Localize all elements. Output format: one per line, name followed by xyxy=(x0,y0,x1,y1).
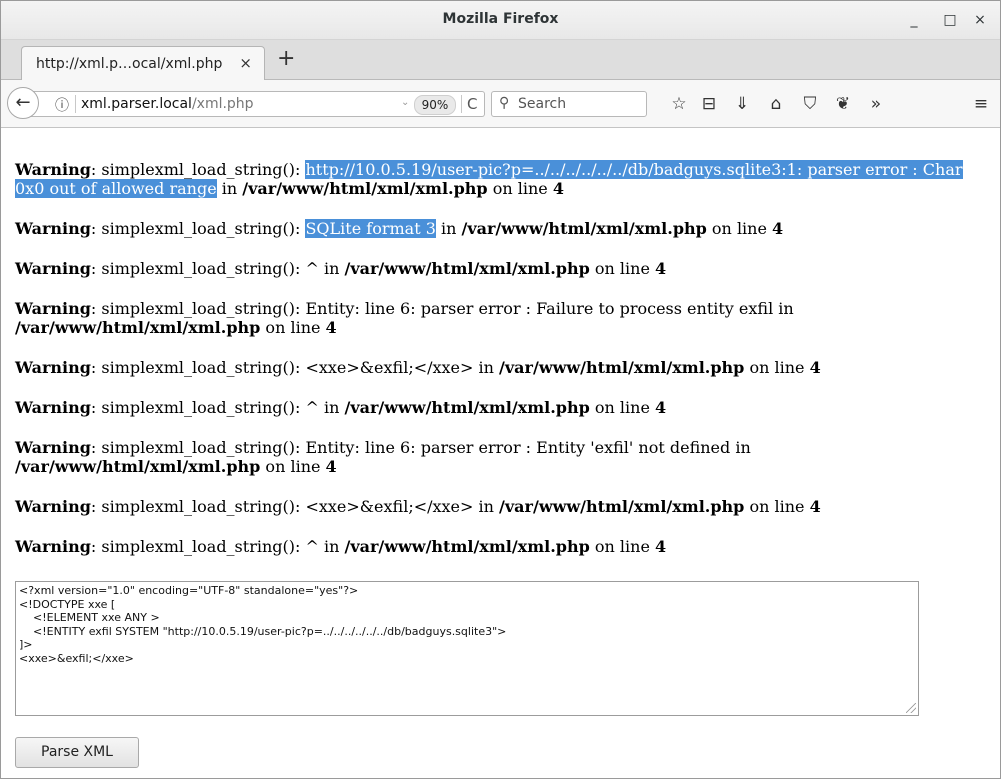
warning-label: Warning xyxy=(15,497,91,516)
warning-text: : simplexml_load_string(): Entity: line … xyxy=(90,438,751,457)
warning-label: Warning xyxy=(15,398,91,417)
parse-xml-button[interactable]: Parse XML xyxy=(15,737,139,768)
warning-label: Warning xyxy=(15,219,91,238)
warning-label: Warning xyxy=(15,160,91,179)
warning-message: Warning: simplexml_load_string(): <xxe>&… xyxy=(15,497,985,516)
pocket-icon[interactable]: ⛉ xyxy=(798,94,822,114)
warning-label: Warning xyxy=(15,537,91,556)
warning-line-text: on line xyxy=(487,179,553,198)
hamburger-menu-icon[interactable]: ≡ xyxy=(969,94,993,114)
xml-input-textarea[interactable]: <?xml version="1.0" encoding="UTF-8" sta… xyxy=(15,581,919,716)
warning-text: : simplexml_load_string(): <xxe>&exfil;<… xyxy=(90,358,500,377)
warning-file-path: /var/www/html/xml/xml.php xyxy=(499,358,745,377)
selected-text: SQLite format 3 xyxy=(305,219,436,238)
library-icon[interactable]: ⊟ xyxy=(697,94,721,114)
home-icon[interactable]: ⌂ xyxy=(764,94,788,114)
warning-label: Warning xyxy=(15,259,91,278)
window-titlebar: Mozilla Firefox _ □ × xyxy=(1,1,1000,40)
warning-text: : simplexml_load_string(): ^ in xyxy=(90,259,345,278)
navigation-toolbar: ⓘ xml.parser.local/xml.php ⌄ 90% C ← ⚲ ☆… xyxy=(1,80,1000,128)
warning-message: Warning: simplexml_load_string(): ^ in /… xyxy=(15,398,985,417)
warning-line-number: 4 xyxy=(655,537,667,556)
warning-file-path: /var/www/html/xml/xml.php xyxy=(15,457,261,476)
page-content: Warning: simplexml_load_string(): http:/… xyxy=(15,160,985,556)
search-icon: ⚲ xyxy=(499,95,510,111)
warning-file-path: /var/www/html/xml/xml.php xyxy=(344,259,590,278)
warning-message: Warning: simplexml_load_string(): http:/… xyxy=(15,160,985,198)
tab-label: http://xml.p…ocal/xml.php xyxy=(36,56,223,72)
warning-label: Warning xyxy=(15,438,91,457)
new-tab-button[interactable]: + xyxy=(277,48,295,70)
warning-file-path: /var/www/html/xml/xml.php xyxy=(499,497,745,516)
warning-message: Warning: simplexml_load_string(): ^ in /… xyxy=(15,259,985,278)
warning-line-number: 4 xyxy=(655,259,667,278)
back-button[interactable]: ← xyxy=(7,87,39,119)
warning-line-number: 4 xyxy=(809,497,821,516)
search-input[interactable] xyxy=(518,95,638,113)
reload-icon[interactable]: C xyxy=(467,95,477,113)
warning-line-number: 4 xyxy=(655,398,667,417)
warning-line-number: 4 xyxy=(325,318,337,337)
warning-file-path: /var/www/html/xml/xml.php xyxy=(461,219,707,238)
url-bar[interactable]: ⓘ xml.parser.local/xml.php ⌄ 90% C xyxy=(29,91,485,117)
warning-label: Warning xyxy=(15,299,91,318)
warning-text: : simplexml_load_string(): <xxe>&exfil;<… xyxy=(90,497,500,516)
overflow-chevron-icon[interactable]: » xyxy=(864,94,888,114)
downloads-icon[interactable]: ⇓ xyxy=(730,94,754,114)
warning-line-text: on line xyxy=(260,318,326,337)
xml-input-text: <?xml version="1.0" encoding="UTF-8" sta… xyxy=(19,584,507,665)
warning-line-text: on line xyxy=(260,457,326,476)
warning-text: : simplexml_load_string(): ^ in xyxy=(90,398,345,417)
tab-close-icon[interactable]: × xyxy=(239,54,252,72)
warning-label: Warning xyxy=(15,358,91,377)
warning-file-path: /var/www/html/xml/xml.php xyxy=(15,318,261,337)
bookmark-star-icon[interactable]: ☆ xyxy=(667,94,691,114)
warning-in: in xyxy=(435,219,462,238)
tab-xml-php[interactable]: http://xml.p…ocal/xml.php × xyxy=(21,46,265,81)
warning-line-text: on line xyxy=(744,358,810,377)
divider xyxy=(75,95,76,113)
warning-line-number: 4 xyxy=(325,457,337,476)
warning-line-number: 4 xyxy=(772,219,784,238)
minimize-button[interactable]: _ xyxy=(903,10,925,30)
warning-message: Warning: simplexml_load_string(): ^ in /… xyxy=(15,537,985,556)
warning-file-path: /var/www/html/xml/xml.php xyxy=(344,537,590,556)
warning-line-number: 4 xyxy=(809,358,821,377)
window-title: Mozilla Firefox xyxy=(442,11,559,27)
warning-line-text: on line xyxy=(589,398,656,417)
maximize-button[interactable]: □ xyxy=(939,10,961,30)
warning-text: : simplexml_load_string(): xyxy=(90,160,306,179)
search-bar[interactable]: ⚲ xyxy=(491,91,647,117)
warning-line-text: on line xyxy=(589,537,656,556)
url-path: /xml.php xyxy=(191,96,254,112)
chevron-down-icon[interactable]: ⌄ xyxy=(401,97,409,108)
resize-grip-icon[interactable] xyxy=(906,703,916,713)
warning-line-text: on line xyxy=(589,259,656,278)
warning-file-path: /var/www/html/xml/xml.php xyxy=(242,179,488,198)
warning-message: Warning: simplexml_load_string(): Entity… xyxy=(15,299,985,337)
zoom-indicator[interactable]: 90% xyxy=(414,95,456,115)
warning-line-text: on line xyxy=(706,219,773,238)
warning-file-path: /var/www/html/xml/xml.php xyxy=(344,398,590,417)
warning-text: : simplexml_load_string(): ^ in xyxy=(90,537,345,556)
close-window-button[interactable]: × xyxy=(969,10,991,30)
warning-message: Warning: simplexml_load_string(): SQLite… xyxy=(15,219,985,238)
warning-message: Warning: simplexml_load_string(): Entity… xyxy=(15,438,985,476)
warning-in: in xyxy=(216,179,243,198)
divider xyxy=(461,95,462,113)
info-icon[interactable]: ⓘ xyxy=(55,95,69,115)
warning-message: Warning: simplexml_load_string(): <xxe>&… xyxy=(15,358,985,377)
warning-line-text: on line xyxy=(744,497,810,516)
warning-text: : simplexml_load_string(): Entity: line … xyxy=(90,299,794,318)
warning-line-number: 4 xyxy=(552,179,564,198)
url-text[interactable]: xml.parser.local/xml.php xyxy=(81,96,254,112)
url-host: xml.parser.local xyxy=(81,96,192,112)
tab-strip: http://xml.p…ocal/xml.php × + xyxy=(1,40,1000,81)
gnome-extension-icon[interactable]: ❦ xyxy=(831,94,855,114)
warning-text: : simplexml_load_string(): xyxy=(90,219,306,238)
